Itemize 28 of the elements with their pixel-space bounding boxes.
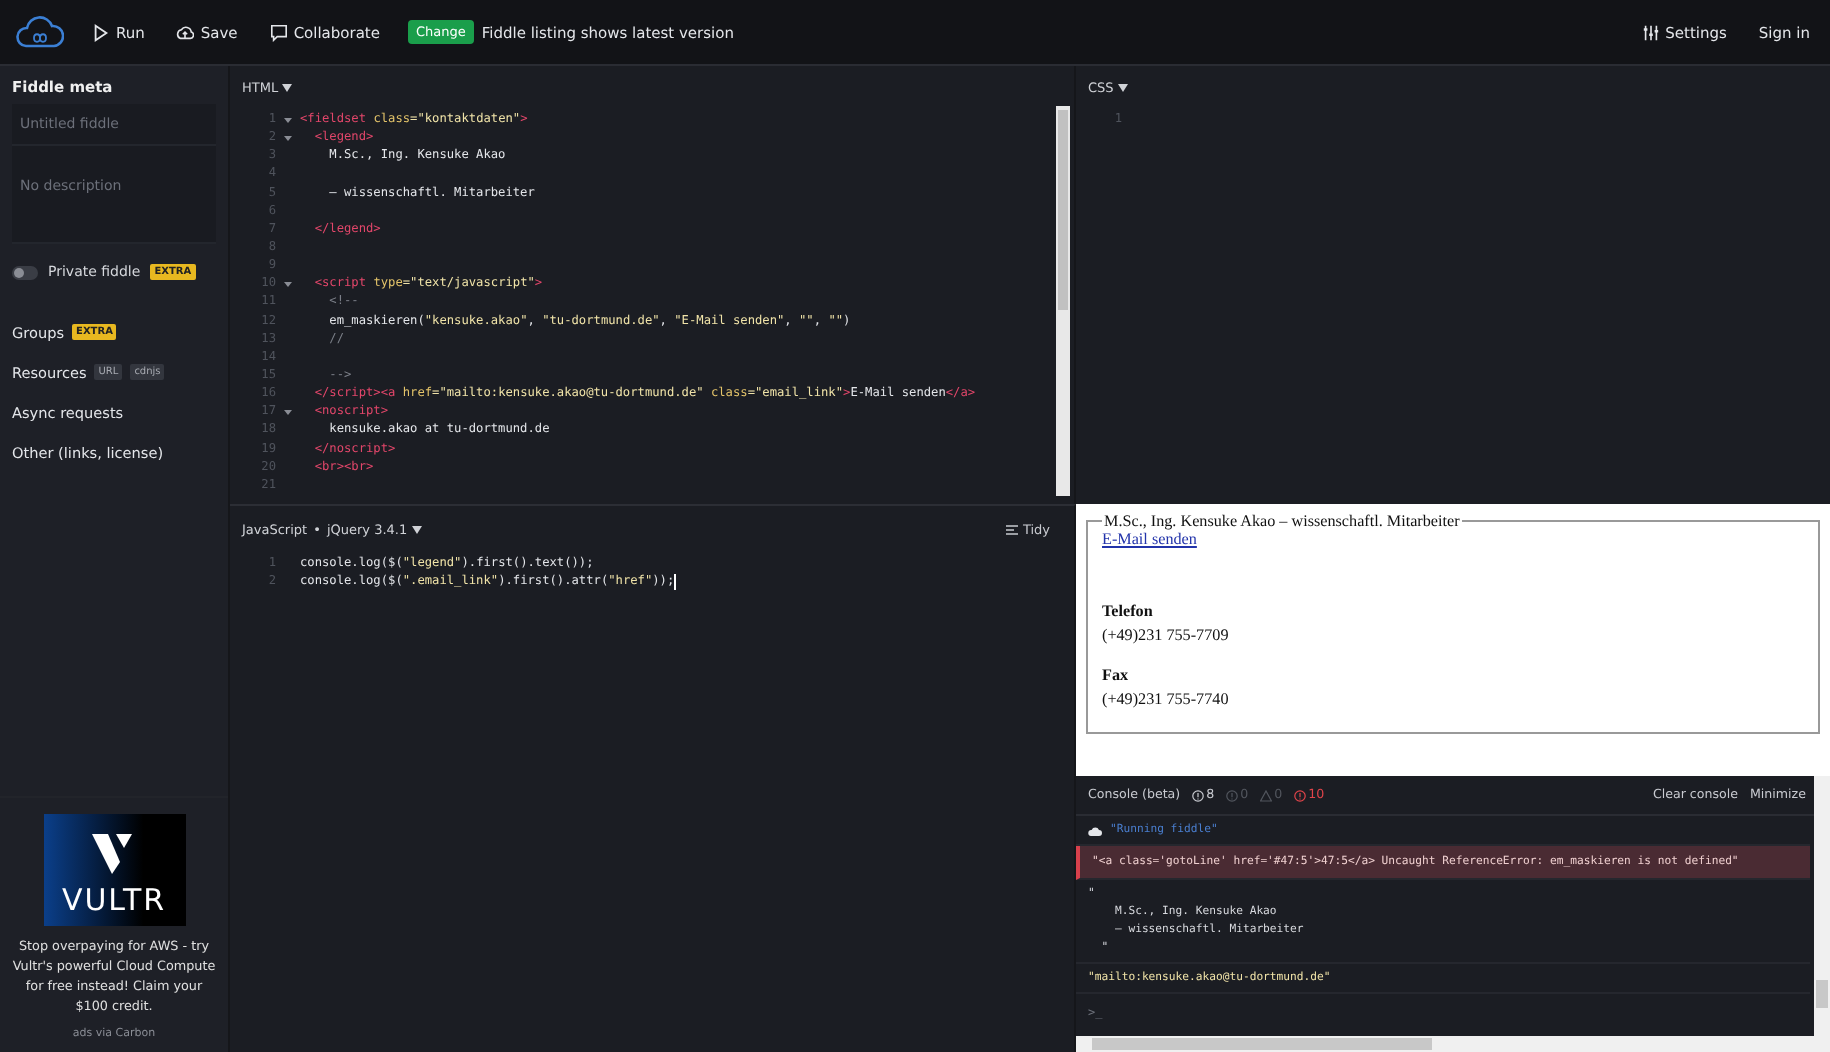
caret-icon <box>411 526 422 534</box>
cloud-icon <box>1088 825 1102 835</box>
play-icon <box>92 23 110 41</box>
phone-number: (+49)231 755-7740 <box>1102 688 1231 712</box>
info-icon <box>1226 789 1239 801</box>
fold-arrow-icon[interactable] <box>284 407 292 416</box>
chat-icon <box>269 23 288 41</box>
result-legend: M.Sc., Ing. Kensuke Akao – wissenschaftl. Mitarbeiter <box>1102 512 1462 530</box>
cloud-logo-icon[interactable] <box>16 14 64 50</box>
settings-icon <box>1641 23 1660 41</box>
lines-icon <box>1006 524 1019 536</box>
info-icon <box>1192 789 1205 801</box>
text-cursor <box>674 573 677 590</box>
contact-heading: Telefon <box>1102 600 1155 624</box>
caret-icon <box>282 84 293 92</box>
fold-arrow-icon[interactable] <box>284 279 292 288</box>
scrollbar[interactable] <box>1814 776 1830 1036</box>
private-toggle[interactable] <box>12 265 38 279</box>
email-link[interactable]: E-Mail senden <box>1102 530 1197 548</box>
contact-heading: Fax <box>1102 664 1131 688</box>
info-icon <box>1294 789 1307 801</box>
scrollbar[interactable] <box>1056 106 1070 496</box>
phone-number: (+49)231 755-7709 <box>1102 624 1231 648</box>
caret-icon <box>1117 84 1128 92</box>
scrollbar[interactable] <box>1076 1036 1830 1052</box>
cloud-upload-icon <box>176 23 195 41</box>
ad-logo[interactable]: VULTR <box>43 814 185 926</box>
warning-icon <box>1260 789 1273 801</box>
